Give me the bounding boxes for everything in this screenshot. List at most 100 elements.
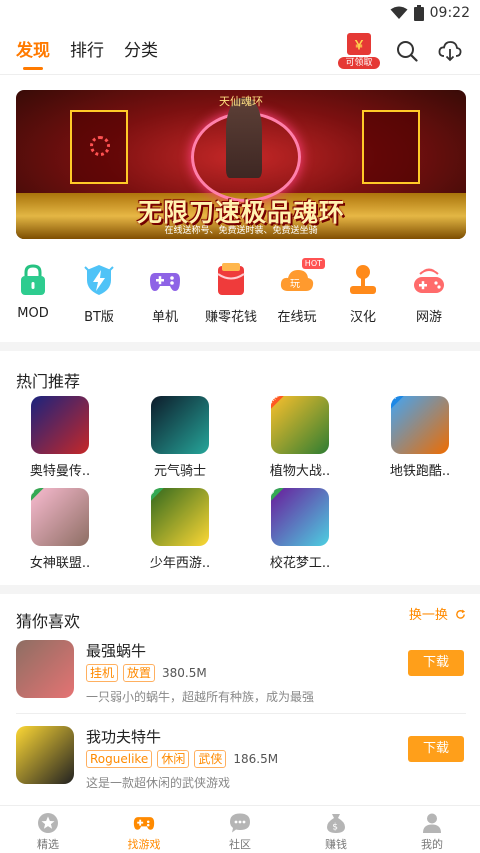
refresh-label: 换一换	[408, 608, 448, 623]
download-button[interactable]: 下载	[408, 736, 464, 762]
category-online-game[interactable]: 网游	[396, 262, 462, 334]
status-bar: 09:22	[0, 0, 480, 26]
category-label: 网游	[415, 310, 442, 325]
category-online-play[interactable]: 玩 HOT 在线玩	[264, 258, 330, 334]
nav-divider	[0, 74, 480, 75]
bottom-tab-featured[interactable]: 精选	[0, 806, 96, 853]
category-label: 单机	[151, 310, 178, 325]
app-description: 一只弱小的蜗牛，超越所有种族，成为最强	[86, 690, 315, 704]
game-tile[interactable]: 奥特曼传..	[10, 396, 110, 479]
category-chinese[interactable]: 汉化	[330, 262, 396, 334]
download-button[interactable]: 下载	[408, 650, 464, 676]
game-tile[interactable]: BT版 少年西游..	[130, 488, 230, 571]
tab-category[interactable]: 分类	[124, 36, 158, 67]
banner-warrior	[226, 98, 262, 178]
bottom-tab-community[interactable]: 社区	[192, 806, 288, 853]
money-bag-icon: $	[325, 812, 347, 834]
lock-icon	[15, 262, 51, 298]
star-icon	[37, 812, 59, 834]
section-gap	[0, 585, 480, 594]
game-thumb: MOD	[391, 396, 449, 454]
corner-badge: BT版	[271, 488, 292, 501]
controller-icon	[411, 262, 447, 298]
game-tile[interactable]: BT版 校花梦工..	[250, 488, 350, 571]
category-label: MOD	[17, 306, 49, 321]
download-cloud-icon[interactable]	[438, 40, 462, 62]
app-size: 186.5M	[233, 752, 279, 766]
tag-chip: 休闲	[157, 750, 190, 768]
refresh-button[interactable]: 换一换	[409, 604, 466, 623]
corner-badge: BT版	[151, 488, 172, 501]
app-title: 我功夫特牛	[86, 728, 162, 746]
app-size: 380.5M	[162, 666, 207, 680]
user-icon	[421, 812, 443, 834]
game-tile[interactable]: BT版 女神联盟..	[10, 488, 110, 571]
bottom-tab-mine[interactable]: 我的	[384, 806, 480, 853]
search-icon[interactable]	[396, 40, 418, 62]
tab-discover[interactable]: 发现	[16, 36, 50, 70]
chat-icon	[229, 812, 251, 834]
tag-chip: 放置	[123, 664, 156, 682]
game-name: 地铁跑酷..	[389, 464, 451, 479]
tag-chip: Roguelike	[86, 750, 153, 768]
category-earn-money[interactable]: 赚零花钱	[198, 262, 264, 334]
game-name: 女神联盟..	[29, 556, 91, 571]
red-envelope-icon	[213, 262, 249, 298]
corner-badge: 热门	[271, 396, 290, 409]
game-tile[interactable]: MOD 地铁跑酷..	[370, 396, 470, 479]
cloud-play-icon: 玩 HOT	[279, 258, 325, 298]
red-envelope-button[interactable]: 可领取	[338, 33, 380, 69]
promo-banner[interactable]: 天仙魂环 无限刀速极品魂环 在线送称号、免费送时装、免费送坐骑	[16, 90, 466, 239]
category-label: 赚零花钱	[204, 310, 257, 325]
tab-ranking[interactable]: 排行	[70, 36, 104, 67]
category-bt[interactable]: BT版	[66, 262, 132, 334]
category-single[interactable]: 单机	[132, 262, 198, 334]
bottom-tab-label: 我的	[421, 838, 443, 851]
game-thumb: BT版	[271, 488, 329, 546]
game-thumb: BT版	[151, 488, 209, 546]
game-name: 少年西游..	[149, 556, 211, 571]
bottom-nav: 精选 找游戏 社区 $ 赚钱 我的	[0, 805, 480, 853]
game-thumb: 热门	[271, 396, 329, 454]
top-nav: 发现 排行 分类 可领取	[0, 30, 480, 72]
bottom-tab-label: 找游戏	[127, 838, 161, 851]
banner-subtitle: 在线送称号、免费送时装、免费送坐骑	[164, 226, 318, 236]
bottom-tab-earn[interactable]: $ 赚钱	[288, 806, 384, 853]
game-thumb	[151, 396, 209, 454]
banner-wheel	[90, 136, 110, 156]
hot-badge: HOT	[301, 258, 325, 269]
banner-top-text: 天仙魂环	[219, 95, 263, 108]
list-divider	[16, 713, 466, 714]
corner-badge: MOD	[391, 396, 413, 409]
hot-section-title: 热门推荐	[16, 372, 81, 391]
red-envelope-icon	[347, 33, 371, 55]
battery-icon	[413, 5, 424, 21]
bottom-tab-label: 社区	[229, 838, 251, 851]
category-label: 在线玩	[277, 310, 317, 325]
category-mod[interactable]: MOD	[0, 262, 66, 334]
top-actions: 可领取	[338, 33, 462, 69]
tag-chip: 挂机	[86, 664, 119, 682]
app-description: 这是一款超休闲的武侠游戏	[86, 776, 231, 790]
game-thumb: BT版	[31, 488, 89, 546]
gamepad-icon	[133, 812, 155, 834]
wifi-icon	[390, 6, 408, 19]
list-item[interactable]: 我功夫特牛 Roguelike 休闲 武侠 186.5M 这是一款超休闲的武侠游…	[0, 726, 480, 812]
game-name: 校花梦工..	[269, 556, 331, 571]
bottom-tab-label: 精选	[37, 838, 59, 851]
cloud-play-text: 玩	[290, 279, 300, 290]
corner-badge: BT版	[31, 488, 52, 501]
game-tile[interactable]: 热门 植物大战..	[250, 396, 350, 479]
game-name: 奥特曼传..	[29, 464, 91, 479]
category-row: MOD BT版 单机 赚零花钱 玩 HOT 在线玩 汉化 网游	[0, 258, 480, 334]
gamepad-icon	[147, 262, 183, 298]
category-label: 汉化	[349, 310, 376, 325]
joystick-icon	[345, 262, 381, 298]
app-icon	[16, 726, 74, 784]
game-tile[interactable]: 元气骑士	[130, 396, 230, 479]
app-tags: Roguelike 休闲 武侠 186.5M	[86, 750, 278, 768]
app-icon	[16, 640, 74, 698]
banner-panel-right	[362, 110, 420, 184]
bottom-tab-find-games[interactable]: 找游戏	[96, 806, 192, 853]
svg-text:$: $	[332, 823, 338, 833]
